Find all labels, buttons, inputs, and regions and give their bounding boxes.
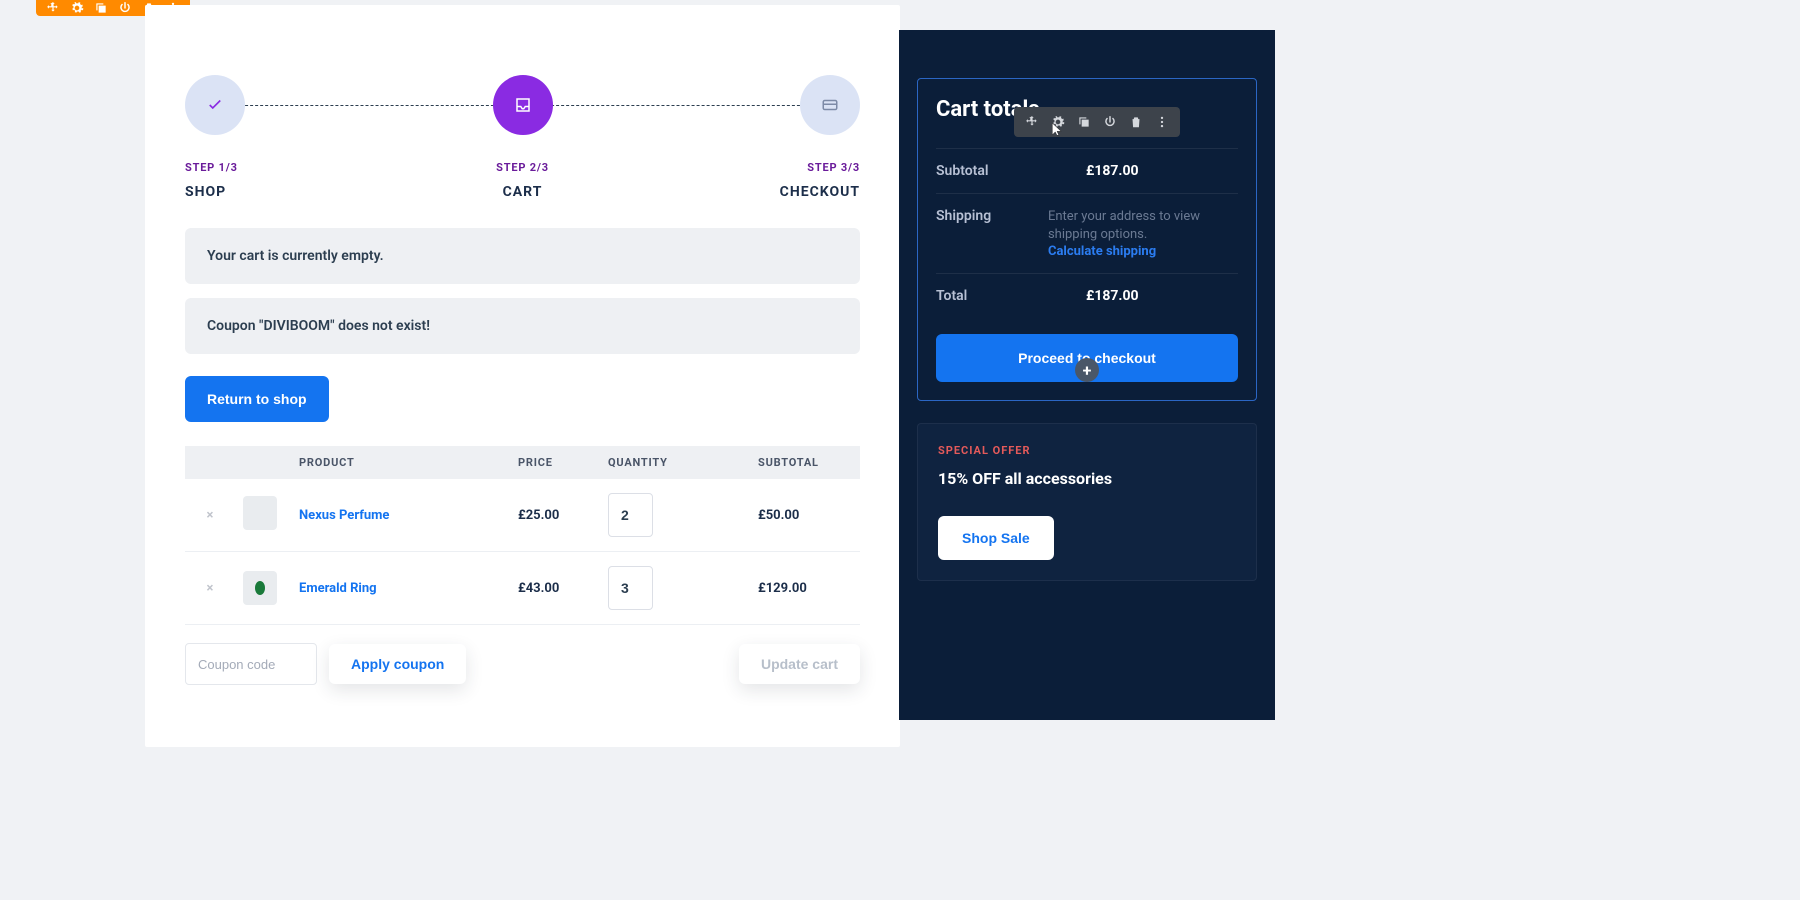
table-row: × Nexus Perfume £25.00 £50.00 <box>185 479 860 552</box>
move-icon[interactable] <box>46 1 60 15</box>
col-price: PRICE <box>510 446 600 479</box>
coupon-input[interactable] <box>185 643 317 685</box>
product-price: £25.00 <box>510 479 600 552</box>
step-label: SHOP <box>185 184 226 200</box>
col-product: PRODUCT <box>291 446 510 479</box>
quantity-input[interactable] <box>608 566 653 610</box>
step-number: STEP 1/3 <box>185 161 238 174</box>
remove-item-button[interactable]: × <box>185 552 235 625</box>
step-number: STEP 2/3 <box>496 161 549 174</box>
quantity-input[interactable] <box>608 493 653 537</box>
offer-kicker: SPECIAL OFFER <box>938 444 1236 457</box>
calculate-shipping-link[interactable]: Calculate shipping <box>1048 244 1156 259</box>
product-link[interactable]: Nexus Perfume <box>299 508 389 523</box>
special-offer-card: SPECIAL OFFER 15% OFF all accessories Sh… <box>917 423 1257 581</box>
trash-icon[interactable] <box>1128 114 1144 130</box>
offer-title: 15% OFF all accessories <box>938 469 1236 488</box>
product-thumb[interactable] <box>243 496 277 530</box>
empty-cart-message: Your cart is currently empty. <box>185 228 860 284</box>
cursor-icon <box>1050 121 1064 135</box>
shop-sale-button[interactable]: Shop Sale <box>938 516 1054 560</box>
move-icon[interactable] <box>1024 114 1040 130</box>
duplicate-icon[interactable] <box>1076 114 1092 130</box>
total-value: £187.00 <box>1086 288 1139 304</box>
table-row: × Emerald Ring £43.00 £129.00 <box>185 552 860 625</box>
remove-item-button[interactable]: × <box>185 479 235 552</box>
update-cart-button[interactable]: Update cart <box>739 644 860 684</box>
cart-main-panel: STEP 1/3 SHOP STEP 2/3 CART STEP 3/3 CHE… <box>145 5 900 747</box>
step-label: CART <box>503 184 543 200</box>
subtotal-label: Subtotal <box>936 163 1086 179</box>
total-label: Total <box>936 288 1086 304</box>
power-icon[interactable] <box>1102 114 1118 130</box>
coupon-error-message: Coupon "DIVIBOOM" does not exist! <box>185 298 860 354</box>
card-icon <box>821 96 839 114</box>
gear-icon[interactable] <box>70 1 84 15</box>
product-link[interactable]: Emerald Ring <box>299 581 377 596</box>
cart-table: PRODUCT PRICE QUANTITY SUBTOTAL × Nexus … <box>185 446 860 625</box>
inbox-icon <box>514 96 532 114</box>
subtotal-value: £187.00 <box>1086 163 1139 179</box>
product-subtotal: £129.00 <box>750 552 860 625</box>
coupon-row: Apply coupon Update cart <box>185 643 860 685</box>
module-toolbar-dark[interactable] <box>1014 107 1180 137</box>
step-cart[interactable]: STEP 2/3 CART <box>493 75 553 200</box>
shipping-text: Enter your address to view shipping opti… <box>1048 208 1238 243</box>
step-shop[interactable]: STEP 1/3 SHOP <box>185 75 245 200</box>
apply-coupon-button[interactable]: Apply coupon <box>329 644 466 684</box>
product-subtotal: £50.00 <box>750 479 860 552</box>
more-icon[interactable] <box>1154 114 1170 130</box>
checkout-progress: STEP 1/3 SHOP STEP 2/3 CART STEP 3/3 CHE… <box>185 75 860 210</box>
check-icon <box>206 96 224 114</box>
step-number: STEP 3/3 <box>807 161 860 174</box>
duplicate-icon[interactable] <box>94 1 108 15</box>
add-module-button[interactable]: + <box>1075 358 1099 382</box>
power-icon[interactable] <box>118 1 132 15</box>
step-checkout[interactable]: STEP 3/3 CHECKOUT <box>800 75 860 200</box>
col-subtotal: SUBTOTAL <box>750 446 860 479</box>
return-to-shop-button[interactable]: Return to shop <box>185 376 329 422</box>
shipping-label: Shipping <box>936 208 1048 259</box>
col-quantity: QUANTITY <box>600 446 750 479</box>
product-thumb[interactable] <box>243 571 277 605</box>
step-label: CHECKOUT <box>780 184 860 200</box>
product-price: £43.00 <box>510 552 600 625</box>
